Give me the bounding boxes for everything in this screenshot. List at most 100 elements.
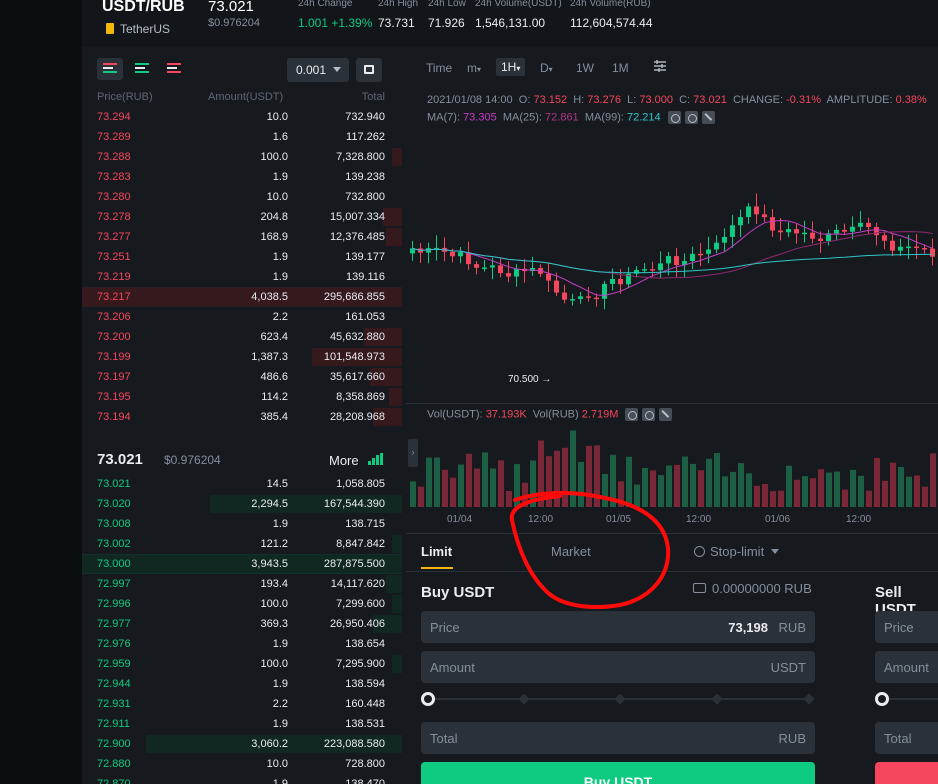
ask-row[interactable]: 73.206 2.2 161.053 [82, 307, 402, 327]
volume-bar [474, 468, 480, 507]
buy-total-field[interactable]: Total RUB [421, 722, 815, 754]
ask-row[interactable]: 73.288 100.0 7,328.800 [82, 147, 402, 167]
candle-body [490, 265, 495, 268]
volume-bar [658, 475, 664, 507]
sell-price-field[interactable]: Price [875, 611, 938, 643]
coin-name[interactable]: TetherUS [120, 22, 170, 36]
amount-cell: 3,060.2 [251, 738, 288, 750]
candle-body [930, 248, 935, 257]
more-link[interactable]: More [329, 453, 359, 468]
volume-bar [778, 490, 784, 507]
volume-bar [738, 463, 744, 507]
candle-body [738, 217, 743, 226]
bid-row[interactable]: 73.020 2,294.5 167,544.390 [82, 494, 402, 514]
bid-row[interactable]: 72.870 1.9 138.470 [82, 774, 402, 784]
chevron-right-icon[interactable]: › [408, 439, 418, 467]
bid-row[interactable]: 72.944 1.9 138.594 [82, 674, 402, 694]
ask-row[interactable]: 73.280 10.0 732.800 [82, 187, 402, 207]
ask-row[interactable]: 73.217 4,038.5 295,686.855 [82, 287, 402, 307]
bid-row[interactable]: 72.931 2.2 160.448 [82, 694, 402, 714]
volume-bar [818, 469, 824, 507]
tab-limit[interactable]: Limit [421, 544, 452, 559]
candlestick-plot[interactable]: 70.500 → [406, 47, 938, 529]
printer-icon[interactable] [356, 58, 382, 82]
buy-balance: 0.00000000 RUB [693, 581, 812, 596]
price-cell: 73.194 [97, 411, 131, 423]
ask-row[interactable]: 73.197 486.6 35,617.660 [82, 367, 402, 387]
close-icon[interactable] [659, 408, 673, 421]
tab-stop-limit[interactable]: Stop-limit [694, 544, 780, 559]
buy-price-field[interactable]: Price 73,198 RUB [421, 611, 815, 643]
info-icon[interactable] [694, 546, 705, 557]
sell-total-field[interactable]: Total [875, 722, 938, 754]
sell-total-label: Total [884, 731, 912, 746]
total-cell: 295,686.855 [323, 291, 385, 303]
buy-button[interactable]: Buy USDT [421, 762, 815, 784]
x-axis-label: 12:00 [528, 514, 554, 525]
signal-icon[interactable] [368, 453, 385, 465]
candle-body [850, 226, 855, 232]
precision-select[interactable]: 0.001 [287, 58, 349, 82]
bid-row[interactable]: 72.996 100.0 7,299.600 [82, 594, 402, 614]
pair-name[interactable]: USDT/RUB [102, 0, 185, 16]
amount-cell: 100.0 [260, 658, 288, 670]
depth-bar [389, 388, 402, 406]
view-both-button[interactable] [97, 58, 123, 80]
buy-balance-value: 0.00000000 RUB [712, 581, 812, 596]
ask-row[interactable]: 73.283 1.9 139.238 [82, 167, 402, 187]
candle-body [762, 214, 767, 218]
ask-row[interactable]: 73.199 1,387.3 101,548.973 [82, 347, 402, 367]
bid-row[interactable]: 72.900 3,060.2 223,088.580 [82, 734, 402, 754]
eye-icon[interactable] [625, 408, 639, 421]
slider-handle[interactable] [875, 692, 889, 706]
bid-row[interactable]: 72.977 369.3 26,950.406 [82, 614, 402, 634]
total-cell: 117.262 [346, 131, 385, 143]
ask-row[interactable]: 73.200 623.4 45,632.880 [82, 327, 402, 347]
candle-body [754, 206, 759, 215]
bid-row[interactable]: 72.911 1.9 138.531 [82, 714, 402, 734]
volume-bar [482, 452, 488, 507]
sell-amount-field[interactable]: Amount [875, 651, 938, 683]
order-book-mid: 73.021 $0.976204 More [82, 446, 402, 474]
volume-bar [538, 440, 544, 507]
bid-row[interactable]: 73.002 121.2 8,847.842 [82, 534, 402, 554]
slider-handle[interactable] [421, 692, 435, 706]
tab-market[interactable]: Market [551, 544, 591, 559]
ask-row[interactable]: 73.294 10.0 732.940 [82, 107, 402, 127]
view-asks-button[interactable] [161, 58, 187, 80]
bid-row[interactable]: 73.021 14.5 1,058.805 [82, 474, 402, 494]
price-cell: 73.217 [97, 291, 131, 303]
total-cell: 14,117.620 [330, 578, 385, 590]
bid-row[interactable]: 73.000 3,943.5 287,875.500 [82, 554, 402, 574]
price-cell: 73.000 [97, 558, 131, 570]
candle-body [770, 217, 775, 231]
ask-row[interactable]: 73.219 1.9 139.116 [82, 267, 402, 287]
ask-row[interactable]: 73.194 385.4 28,208.968 [82, 407, 402, 427]
volume-bar [770, 491, 776, 507]
order-book-toolbar: 0.001 [82, 47, 402, 87]
ask-row[interactable]: 73.278 204.8 15,007.334 [82, 207, 402, 227]
candle-body [818, 238, 823, 241]
price-cell: 73.219 [97, 271, 131, 283]
ask-row[interactable]: 73.195 114.2 8,358.869 [82, 387, 402, 407]
sell-amount-slider[interactable] [875, 692, 938, 706]
total-cell: 138.654 [345, 638, 385, 650]
ask-row[interactable]: 73.289 1.6 117.262 [82, 127, 402, 147]
settings-icon[interactable] [642, 408, 656, 421]
bid-row[interactable]: 72.997 193.4 14,117.620 [82, 574, 402, 594]
buy-amount-slider[interactable] [421, 692, 815, 706]
sell-price-label: Price [884, 620, 914, 635]
bid-row[interactable]: 73.008 1.9 138.715 [82, 514, 402, 534]
ask-row[interactable]: 73.277 168.9 12,376.485 [82, 227, 402, 247]
bid-row[interactable]: 72.976 1.9 138.654 [82, 634, 402, 654]
ask-row[interactable]: 73.251 1.9 139.177 [82, 247, 402, 267]
volume-bar [506, 491, 512, 507]
bid-row[interactable]: 72.959 100.0 7,295.900 [82, 654, 402, 674]
candle-body [722, 236, 727, 243]
volume-bar [890, 462, 896, 507]
candle-body [666, 256, 671, 264]
sell-button[interactable] [875, 762, 938, 784]
view-bids-button[interactable] [129, 58, 155, 80]
bid-row[interactable]: 72.880 10.0 728.800 [82, 754, 402, 774]
buy-amount-field[interactable]: Amount USDT [421, 651, 815, 683]
